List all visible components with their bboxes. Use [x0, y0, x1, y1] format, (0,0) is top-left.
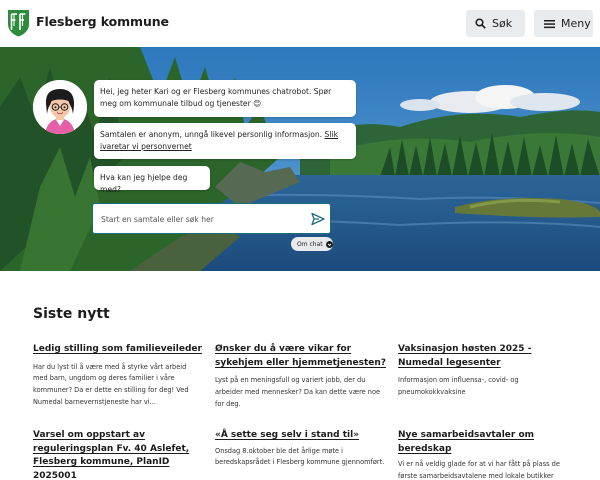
news-item-description: Lyst på en meningsfull og variert jobb, …: [215, 376, 381, 408]
news-item-title[interactable]: Nye samarbeidsavtaler om beredskap: [398, 429, 568, 456]
news-item-title[interactable]: «Å sette seg selv i stand til»: [215, 429, 387, 443]
news-item-description: Onsdag 8.oktober ble det årlige møte i b…: [215, 446, 385, 467]
news-item[interactable]: Vaksinasjon høsten 2025 - Numedal legese…: [398, 343, 558, 399]
news-section-title: Siste nytt: [33, 306, 110, 322]
menu-button[interactable]: Meny: [534, 10, 593, 37]
news-item-title[interactable]: Vaksinasjon høsten 2025 - Numedal legese…: [398, 343, 558, 370]
news-item[interactable]: Ønsker du å være vikar for sykehjem elle…: [215, 343, 387, 410]
news-item[interactable]: Varsel om oppstart av reguleringsplan Fv…: [33, 429, 203, 480]
chatbot-privacy-message: Samtalen er anonym, unngå likevel person…: [94, 123, 356, 159]
chatbot-greeting-message: Hei, jeg heter Kari og er Flesberg kommu…: [94, 80, 356, 117]
flesberg-logo[interactable]: [7, 9, 30, 37]
hamburger-icon: [544, 19, 555, 28]
search-button-label: Søk: [492, 17, 513, 30]
chatbot-avatar: [33, 80, 87, 134]
chatbot-privacy-text: Samtalen er anonym, unngå likevel person…: [100, 130, 323, 139]
news-item-title[interactable]: Ønsker du å være vikar for sykehjem elle…: [215, 343, 387, 370]
news-item-description: Vi er nå veldig glade for at vi har fått…: [398, 460, 560, 480]
news-item[interactable]: Nye samarbeidsavtaler om beredskap Vi er…: [398, 429, 568, 480]
send-icon[interactable]: [311, 212, 325, 226]
search-button[interactable]: Søk: [466, 10, 525, 37]
site-name[interactable]: Flesberg kommune: [36, 14, 169, 29]
chatbot-greeting-text: Hei, jeg heter Kari og er Flesberg kommu…: [100, 87, 332, 108]
chatbot-avatar-image: [33, 80, 87, 134]
news-item-title[interactable]: Ledig stilling som familieveileder: [33, 343, 203, 357]
news-item-description: Informasjon om influensa-, covid- og pne…: [398, 376, 519, 396]
chevron-down-icon: [325, 240, 333, 248]
chat-input[interactable]: [101, 212, 301, 226]
search-icon: [475, 18, 486, 29]
chat-input-box: [92, 203, 331, 234]
news-item-description: Har du lyst til å være med å styrke vårt…: [33, 362, 189, 406]
news-item[interactable]: «Å sette seg selv i stand til» Onsdag 8.…: [215, 429, 387, 469]
news-item-title[interactable]: Varsel om oppstart av reguleringsplan Fv…: [33, 429, 203, 480]
news-item[interactable]: Ledig stilling som familieveileder Har d…: [33, 343, 203, 409]
menu-button-label: Meny: [561, 17, 591, 30]
chatbot-question-message: Hva kan jeg hjelpe deg med?: [94, 166, 210, 194]
about-chat-button[interactable]: Om chat: [291, 237, 333, 251]
about-chat-label: Om chat: [297, 240, 323, 248]
site-header: Flesberg kommune Søk Meny: [0, 0, 600, 47]
